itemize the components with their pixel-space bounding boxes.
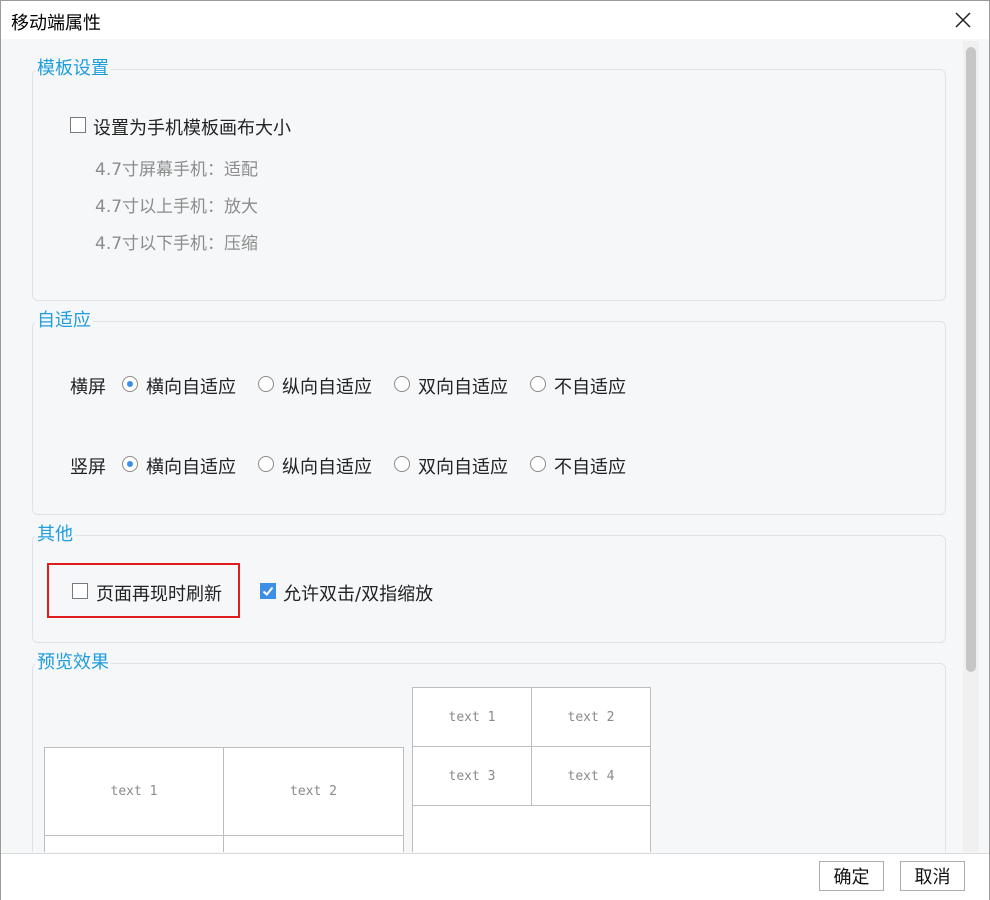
portrait-option-vertical[interactable]: 纵向自适应 bbox=[282, 453, 372, 479]
landscape-radio-horizontal[interactable] bbox=[122, 376, 138, 392]
dialog-title: 移动端属性 bbox=[11, 13, 101, 34]
landscape-option-both[interactable]: 双向自适应 bbox=[418, 373, 508, 399]
portrait-radio-none[interactable] bbox=[530, 456, 546, 472]
portrait-option-both[interactable]: 双向自适应 bbox=[418, 453, 508, 479]
adaptive-legend: 自适应 bbox=[37, 310, 91, 331]
mobile-properties-dialog: 移动端属性 模板设置 设置为手机模板画布大小 4.7寸屏幕手机：适配 4.7寸以… bbox=[0, 0, 990, 900]
close-button[interactable] bbox=[945, 3, 981, 37]
preview-left-cell-2: text 2 bbox=[223, 747, 404, 836]
preview-left-cell-1: text 1 bbox=[44, 747, 224, 836]
title-bar: 移动端属性 bbox=[1, 1, 989, 39]
cancel-button[interactable]: 取消 bbox=[900, 861, 965, 891]
portrait-option-none[interactable]: 不自适应 bbox=[554, 453, 626, 479]
preview-left-cell-3 bbox=[44, 835, 224, 852]
checkmark-icon bbox=[262, 586, 274, 596]
phone-template-label[interactable]: 设置为手机模板画布大小 bbox=[93, 114, 291, 140]
allow-zoom-label[interactable]: 允许双击/双指缩放 bbox=[283, 580, 433, 606]
portrait-radio-vertical[interactable] bbox=[258, 456, 274, 472]
close-icon bbox=[955, 12, 971, 28]
landscape-option-none[interactable]: 不自适应 bbox=[554, 373, 626, 399]
preview-right-cell-2: text 2 bbox=[531, 687, 651, 747]
landscape-option-horizontal[interactable]: 横向自适应 bbox=[146, 373, 236, 399]
portrait-option-horizontal[interactable]: 横向自适应 bbox=[146, 453, 236, 479]
landscape-label: 横屏 bbox=[70, 377, 106, 398]
preview-right-cell-3: text 3 bbox=[412, 746, 532, 806]
dialog-footer: 确定 取消 bbox=[1, 853, 989, 900]
ok-button[interactable]: 确定 bbox=[819, 861, 884, 891]
portrait-label: 竖屏 bbox=[70, 457, 106, 478]
allow-zoom-checkbox[interactable] bbox=[260, 583, 276, 599]
template-settings-legend: 模板设置 bbox=[37, 58, 109, 79]
adaptive-group: 自适应 bbox=[32, 311, 946, 515]
portrait-radio-both[interactable] bbox=[394, 456, 410, 472]
hint-compress: 4.7寸以下手机：压缩 bbox=[95, 234, 259, 254]
hint-fit: 4.7寸屏幕手机：适配 bbox=[95, 160, 259, 180]
landscape-option-vertical[interactable]: 纵向自适应 bbox=[282, 373, 372, 399]
preview-left-cell-4 bbox=[223, 835, 404, 852]
landscape-radio-none[interactable] bbox=[530, 376, 546, 392]
landscape-radio-vertical[interactable] bbox=[258, 376, 274, 392]
phone-template-checkbox[interactable] bbox=[70, 117, 86, 133]
preview-right-bottom-area bbox=[412, 805, 651, 852]
dialog-content[interactable]: 模板设置 设置为手机模板画布大小 4.7寸屏幕手机：适配 4.7寸以上手机：放大… bbox=[9, 41, 979, 852]
preview-right-cell-4: text 4 bbox=[531, 746, 651, 806]
landscape-radio-both[interactable] bbox=[394, 376, 410, 392]
template-settings-group: 模板设置 bbox=[32, 59, 946, 301]
refresh-on-show-checkbox[interactable] bbox=[72, 583, 88, 599]
vertical-scrollbar[interactable] bbox=[963, 41, 979, 852]
portrait-radio-horizontal[interactable] bbox=[122, 456, 138, 472]
scrollbar-thumb[interactable] bbox=[966, 47, 976, 672]
hint-enlarge: 4.7寸以上手机：放大 bbox=[95, 197, 259, 217]
preview-right-cell-1: text 1 bbox=[412, 687, 532, 747]
other-legend: 其他 bbox=[37, 524, 73, 545]
preview-legend: 预览效果 bbox=[37, 652, 109, 673]
refresh-on-show-label[interactable]: 页面再现时刷新 bbox=[96, 580, 222, 606]
